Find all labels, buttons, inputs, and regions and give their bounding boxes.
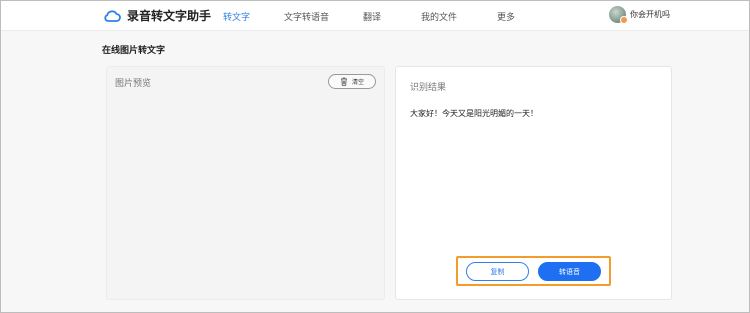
recognition-result-title: 识别结果	[410, 83, 447, 93]
nav-item-text-to-speech[interactable]: 文字转语音	[284, 10, 329, 23]
app-logo[interactable]: 录音转文字助手	[103, 7, 211, 24]
page-title: 在线图片转文字	[102, 46, 166, 56]
copy-button[interactable]: 复制	[466, 262, 529, 281]
to-voice-button[interactable]: 转语音	[538, 262, 601, 281]
user-name[interactable]: 你会开机吗	[630, 9, 670, 20]
nav-item-my-files[interactable]: 我的文件	[421, 10, 457, 23]
trash-icon	[340, 77, 347, 86]
cloud-icon	[104, 9, 121, 22]
nav-item-translate[interactable]: 翻译	[363, 10, 381, 23]
recognition-result-text[interactable]: 大家好！今天又是阳光明媚的一天！	[410, 108, 538, 119]
top-navigation-bar: 录音转文字助手 转文字 文字转语音 翻译 我的文件 更多 你会开机吗	[1, 1, 749, 31]
nav-item-more[interactable]: 更多	[497, 10, 515, 23]
image-preview-panel[interactable]: 图片预览 清空	[106, 66, 385, 300]
app-name: 录音转文字助手	[127, 9, 212, 23]
user-menu[interactable]: 你会开机吗	[609, 6, 670, 24]
nav-item-to-text[interactable]: 转文字	[223, 10, 250, 23]
user-avatar[interactable]	[609, 6, 628, 24]
clear-button[interactable]: 清空	[328, 74, 376, 89]
clear-button-label: 清空	[351, 79, 364, 86]
image-preview-title: 图片预览	[115, 79, 152, 89]
